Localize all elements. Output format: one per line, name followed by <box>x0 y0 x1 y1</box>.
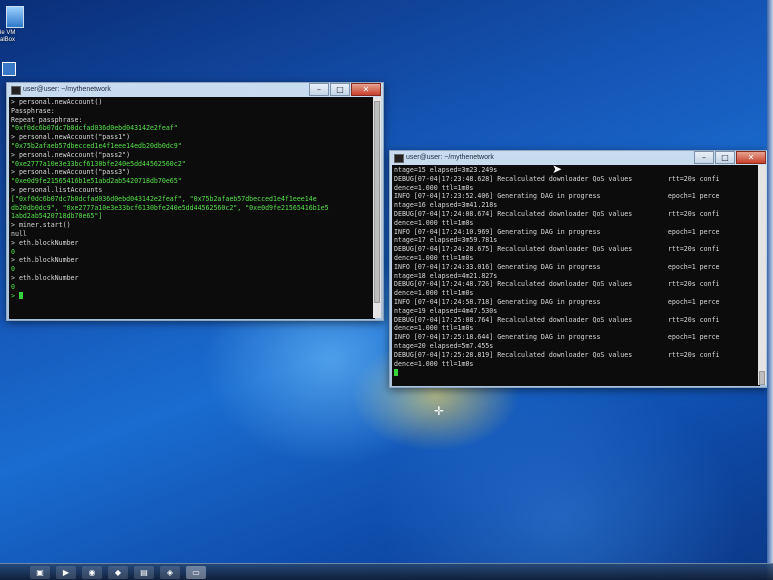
terminal-line: 0 <box>11 247 15 256</box>
terminal-line: "0xe0d9fe21565416b1e51abd2ab5420718db70e… <box>11 177 182 186</box>
maximize-button[interactable]: □ <box>330 83 350 96</box>
terminal-line: "0xf0dc6b07dc7b0dcfad036d0ebd043142e2fea… <box>11 124 178 133</box>
taskbar: ▣ ▶ ◉ ◆ ▤ ◈ ▭ <box>0 563 773 580</box>
terminal-line: > personal.listAccounts <box>11 185 103 194</box>
terminal-line: > miner.start() <box>11 221 71 230</box>
log-line: dence=1.000 ttl=1m0s <box>394 289 474 298</box>
window-titlebar[interactable]: user@user: ~/mythenetwork – □ ✕ <box>7 83 383 97</box>
terminal-line: > eth.blockNumber <box>11 256 79 265</box>
terminal-prompt-line <box>394 368 758 377</box>
log-line: DEBUG[07-04|17:24:08.674] Recalculated d… <box>394 209 720 218</box>
terminal-icon <box>11 86 21 95</box>
terminal-line: > eth.blockNumber <box>11 238 79 247</box>
window-title: user@user: ~/mythenetwork <box>23 86 111 93</box>
log-line: dence=1.000 ttl=1m0s <box>394 218 474 227</box>
virtualbox-icon <box>6 6 24 28</box>
log-line: INFO [07-04|17:24:58.718] Generating DAG… <box>394 297 720 306</box>
minimize-button[interactable]: – <box>694 151 714 164</box>
crosshair-icon: ✛ <box>434 404 445 418</box>
log-line: dence=1.000 ttl=1m0s <box>394 183 474 192</box>
terminal-line: > personal.newAccount("pass1") <box>11 133 131 142</box>
scrollbar-thumb[interactable] <box>374 101 380 303</box>
log-line: ntage=15 elapsed=3m23.249s <box>394 166 498 174</box>
text-cursor <box>394 368 398 376</box>
log-line: DEBUG[07-04|17:25:28.819] Recalculated d… <box>394 350 720 359</box>
log-line: ntage=17 elapsed=3m59.781s <box>394 236 498 245</box>
mouse-pointer-icon: ➤ <box>552 162 563 176</box>
close-button[interactable]: ✕ <box>351 83 381 96</box>
log-line: dence=1.000 ttl=1m0s <box>394 253 474 262</box>
log-line: ntage=16 elapsed=3m41.218s <box>394 201 498 210</box>
files-icon[interactable]: ▤ <box>134 565 154 579</box>
terminal-line: Repeat passphrase: <box>11 115 83 124</box>
terminal-line: ["0xf0dc6b07dc7b0dcfad036d0ebd043142e2fe… <box>11 194 317 203</box>
shortcut-icon[interactable] <box>2 62 16 76</box>
media-icon[interactable]: ▶ <box>56 565 76 579</box>
terminal-line: > personal.newAccount("pass2") <box>11 150 131 159</box>
terminal-prompt-line: > <box>11 292 373 301</box>
log-line: INFO [07-04|17:23:52.406] Generating DAG… <box>394 192 720 201</box>
terminal-window-geth-console[interactable]: user@user: ~/mythenetwork – □ ✕ > person… <box>6 82 384 321</box>
virtualbox-desktop-shortcut[interactable]: le VM alBox <box>0 0 34 60</box>
log-line: DEBUG[07-04|17:24:28.675] Recalculated d… <box>394 245 720 254</box>
terminal-line: null <box>11 229 27 238</box>
maximize-button[interactable]: □ <box>715 151 735 164</box>
log-line: DEBUG[07-04|17:25:08.764] Recalculated d… <box>394 315 720 324</box>
terminal-line: > eth.blockNumber <box>11 273 79 282</box>
minimize-button[interactable]: – <box>309 83 329 96</box>
scrollbar-thumb[interactable] <box>759 371 765 385</box>
terminal-output[interactable]: ntage=15 elapsed=3m23.249s DEBUG[07-04|17… <box>392 165 760 386</box>
scrollbar[interactable] <box>758 165 766 385</box>
close-button[interactable]: ✕ <box>736 151 766 164</box>
terminal-line: 1abd2ab5420718db70e65"] <box>11 212 103 221</box>
prompt: > <box>11 291 19 300</box>
terminal-line: > personal.newAccount() <box>11 98 103 106</box>
window-titlebar[interactable]: user@user: ~/mythenetwork – □ ✕ <box>390 151 768 165</box>
folder-icon[interactable]: ▣ <box>30 565 50 579</box>
terminal-window-geth-log[interactable]: user@user: ~/mythenetwork – □ ✕ ntage=15… <box>389 150 769 388</box>
log-line: dence=1.000 ttl=1m0s <box>394 359 474 368</box>
terminal-line: "0x75b2afaeb57dbecced1e4f1eee14edb20db0d… <box>11 141 182 150</box>
virtualbox-icon[interactable]: ◆ <box>108 565 128 579</box>
log-line: dence=1.000 ttl=1m0s <box>394 324 474 333</box>
log-line: INFO [07-04|17:25:18.644] Generating DAG… <box>394 333 720 342</box>
terminal-line: db20db0dc9", "0xe2777a10e3e33bcf6130bfe2… <box>11 203 329 212</box>
terminal-line: Passphrase: <box>11 106 55 115</box>
log-line: ntage=19 elapsed=4m47.530s <box>394 306 498 315</box>
log-line: DEBUG[07-04|17:24:48.726] Recalculated d… <box>394 280 720 289</box>
log-line: INFO [07-04|17:24:10.969] Generating DAG… <box>394 227 720 236</box>
log-line: INFO [07-04|17:24:33.016] Generating DAG… <box>394 262 720 271</box>
desktop-icon-label: le VM alBox <box>0 30 16 43</box>
log-line: ntage=20 elapsed=5m7.455s <box>394 341 494 350</box>
text-cursor <box>18 292 23 300</box>
window-title: user@user: ~/mythenetwork <box>406 154 494 161</box>
log-line: DEBUG[07-04|17:23:48.628] Recalculated d… <box>394 174 720 183</box>
terminal-line: > personal.newAccount("pass3") <box>11 168 131 177</box>
terminal-line: "0xe2777a10e3e33bcf6130bfe240e5dd4456256… <box>11 159 186 168</box>
terminal-line: 0 <box>11 282 15 291</box>
terminal-output[interactable]: > personal.newAccount() Passphrase: Repeat… <box>9 97 375 319</box>
log-line: ntage=18 elapsed=4m21.827s <box>394 271 498 280</box>
python-icon[interactable]: ◈ <box>160 565 180 579</box>
chrome-icon[interactable]: ◉ <box>82 565 102 579</box>
scrollbar[interactable] <box>373 97 381 318</box>
terminal-icon[interactable]: ▭ <box>186 565 206 579</box>
terminal-icon <box>394 154 404 163</box>
terminal-line: 0 <box>11 265 15 274</box>
screen-edge <box>767 0 773 580</box>
